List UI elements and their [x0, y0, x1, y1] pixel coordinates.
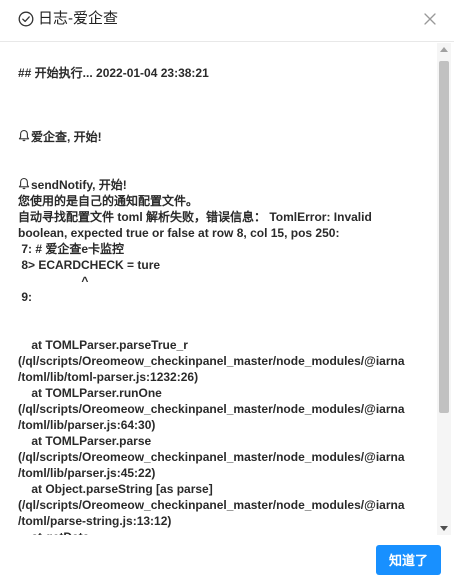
log-line: at TOMLParser.parse [18, 434, 152, 448]
log-line: /toml/lib/toml-parser.js:1232:26) [18, 370, 199, 384]
dialog-footer: 知道了 [0, 535, 454, 580]
log-line: at Object.parseString [as parse] [18, 482, 213, 496]
scroll-down-arrow-icon[interactable] [440, 526, 448, 531]
log-text: ## 开始执行... 2022-01-04 23:38:21 爱企查, 开始! se… [18, 65, 438, 535]
log-dialog: 日志-爱企查 ## 开始执行... 2022-01-04 23:38:21 爱企查… [0, 0, 454, 580]
log-line: ## 开始执行... 2022-01-04 23:38:21 [18, 66, 209, 80]
scroll-up-arrow-icon[interactable] [440, 47, 448, 52]
log-line: boolean, expected true or false at row 8… [18, 226, 340, 240]
ok-button[interactable]: 知道了 [376, 545, 441, 575]
scrollbar[interactable] [437, 43, 451, 535]
log-line: 您使用的是自己的通知配置文件。 [18, 194, 199, 208]
log-line: (/ql/scripts/Oreomeow_checkinpanel_maste… [18, 354, 405, 368]
log-line: 自动寻找配置文件 toml 解析失败，错误信息： TomlError: Inva… [18, 210, 372, 224]
log-line: (/ql/scripts/Oreomeow_checkinpanel_maste… [18, 498, 405, 512]
log-line: /toml/lib/parser.js:45:22) [18, 466, 156, 480]
log-line: ^ [18, 274, 89, 288]
log-line: at TOMLParser.runOne [18, 386, 162, 400]
log-line: (/ql/scripts/Oreomeow_checkinpanel_maste… [18, 402, 405, 416]
bell-icon [18, 129, 30, 142]
log-line: 7: # 爱企查e卡监控 [18, 242, 125, 256]
log-line: 爱企查, 开始! [18, 129, 438, 145]
dialog-title: 日志-爱企查 [38, 10, 118, 27]
log-line: (/ql/scripts/Oreomeow_checkinpanel_maste… [18, 450, 405, 464]
dialog-header: 日志-爱企查 [0, 0, 454, 42]
log-line: /toml/parse-string.js:13:12) [18, 514, 172, 528]
log-line: 9: [18, 290, 33, 304]
scrollbar-thumb[interactable] [439, 61, 449, 413]
log-line: at TOMLParser.parseTrue_r [18, 338, 188, 352]
log-line: 8> ECARDCHECK = ture [18, 258, 161, 272]
close-icon[interactable] [423, 12, 437, 26]
check-circle-icon [18, 11, 34, 27]
log-line: /toml/lib/parser.js:64:30) [18, 418, 156, 432]
log-line: sendNotify, 开始! [18, 177, 438, 193]
bell-icon [18, 177, 30, 190]
log-content[interactable]: ## 开始执行... 2022-01-04 23:38:21 爱企查, 开始! se… [0, 43, 454, 535]
